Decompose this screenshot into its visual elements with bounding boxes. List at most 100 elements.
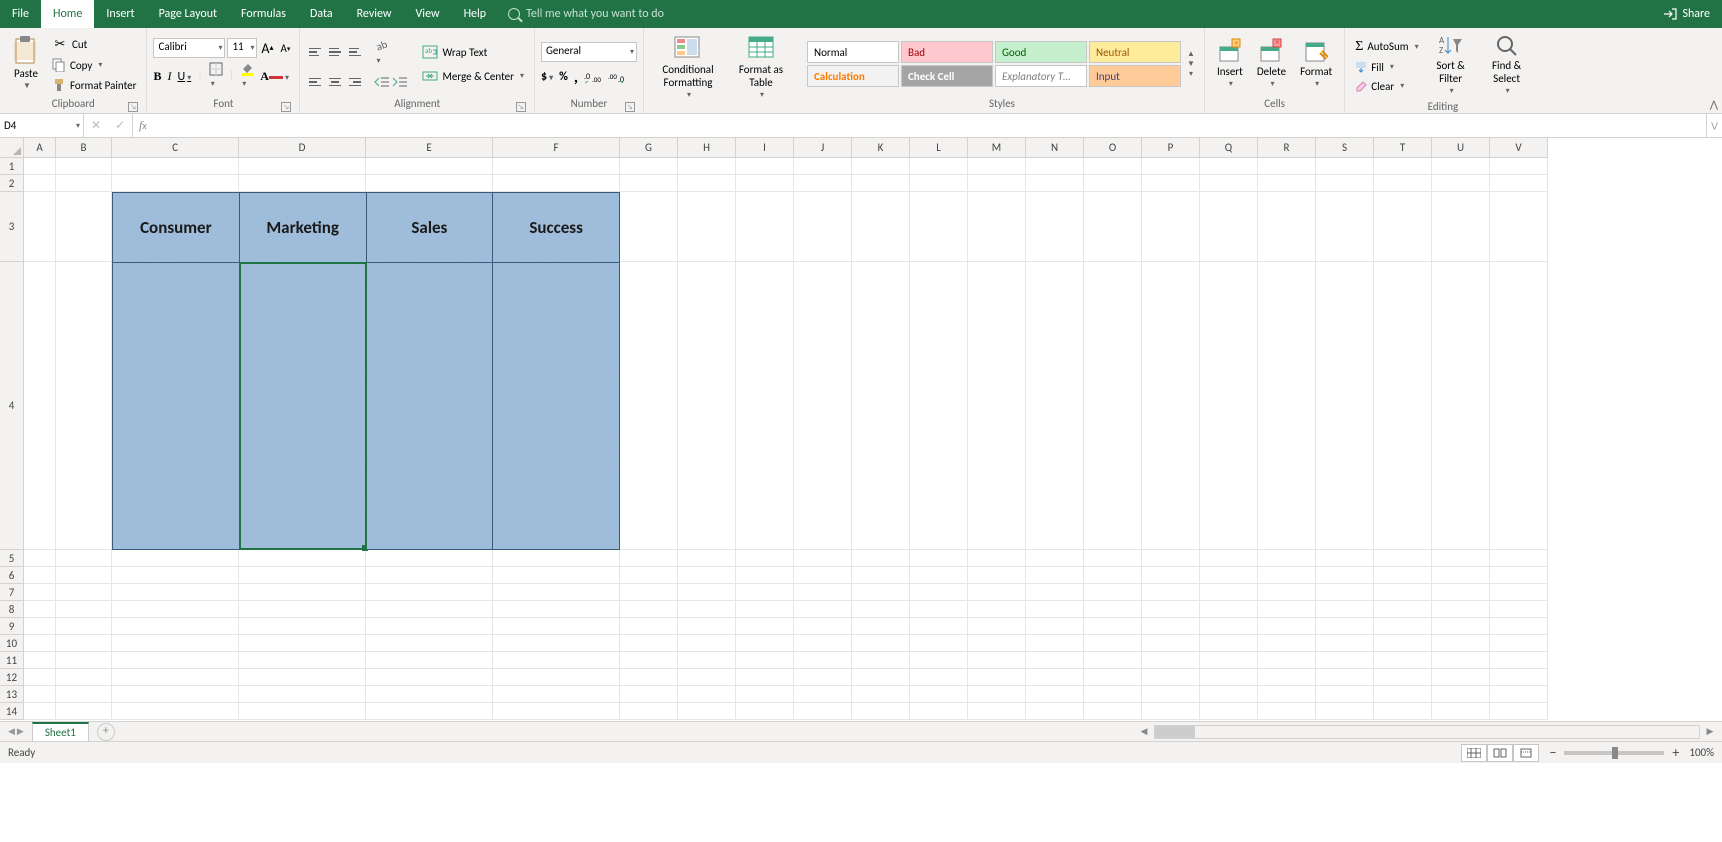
cell-I7[interactable]: [736, 584, 794, 601]
cell-S12[interactable]: [1316, 669, 1374, 686]
cell-D2[interactable]: [239, 175, 366, 192]
sort-filter-button[interactable]: AZ Sort & Filter▾: [1425, 31, 1477, 100]
table-body-cell[interactable]: [240, 263, 367, 549]
cell-Q4[interactable]: [1200, 262, 1258, 550]
cell-V3[interactable]: [1490, 192, 1548, 262]
cell-G5[interactable]: [620, 550, 678, 567]
cell-Q5[interactable]: [1200, 550, 1258, 567]
row-header-8[interactable]: 8: [0, 601, 24, 618]
cell-U10[interactable]: [1432, 635, 1490, 652]
cell-S6[interactable]: [1316, 567, 1374, 584]
cut-button[interactable]: ✂ Cut: [48, 34, 140, 54]
cell-K13[interactable]: [852, 686, 910, 703]
cell-C6[interactable]: [112, 567, 239, 584]
cell-G13[interactable]: [620, 686, 678, 703]
cell-G1[interactable]: [620, 158, 678, 175]
scroll-left-button[interactable]: ◀: [1136, 726, 1152, 737]
cell-H5[interactable]: [678, 550, 736, 567]
cell-O11[interactable]: [1084, 652, 1142, 669]
cell-T13[interactable]: [1374, 686, 1432, 703]
zoom-slider[interactable]: [1564, 751, 1664, 755]
cell-S14[interactable]: [1316, 703, 1374, 720]
font-size-select[interactable]: 11▾: [227, 38, 257, 58]
cell-V6[interactable]: [1490, 567, 1548, 584]
cell-T3[interactable]: [1374, 192, 1432, 262]
cell-D14[interactable]: [239, 703, 366, 720]
cell-B9[interactable]: [56, 618, 112, 635]
clear-button[interactable]: Clear▾: [1351, 78, 1422, 95]
cell-A8[interactable]: [24, 601, 56, 618]
cell-A1[interactable]: [24, 158, 56, 175]
cell-F6[interactable]: [493, 567, 620, 584]
tab-file[interactable]: File: [0, 0, 41, 28]
conditional-formatting-button[interactable]: Conditional Formatting▾: [650, 31, 726, 104]
cell-Q10[interactable]: [1200, 635, 1258, 652]
tab-view[interactable]: View: [404, 0, 452, 28]
cell-V8[interactable]: [1490, 601, 1548, 618]
cell-R5[interactable]: [1258, 550, 1316, 567]
cell-Q6[interactable]: [1200, 567, 1258, 584]
cell-T6[interactable]: [1374, 567, 1432, 584]
cell-J9[interactable]: [794, 618, 852, 635]
cell-F5[interactable]: [493, 550, 620, 567]
cell-R13[interactable]: [1258, 686, 1316, 703]
cell-O4[interactable]: [1084, 262, 1142, 550]
cell-F11[interactable]: [493, 652, 620, 669]
column-header-M[interactable]: M: [968, 138, 1026, 158]
align-center-button[interactable]: [326, 73, 344, 91]
cell-A3[interactable]: [24, 192, 56, 262]
style-check-cell[interactable]: Check Cell: [901, 65, 993, 87]
cell-L10[interactable]: [910, 635, 968, 652]
cell-Q13[interactable]: [1200, 686, 1258, 703]
cell-H11[interactable]: [678, 652, 736, 669]
cell-I9[interactable]: [736, 618, 794, 635]
table-header-cell[interactable]: Success: [493, 193, 619, 263]
column-header-N[interactable]: N: [1026, 138, 1084, 158]
percent-format-button[interactable]: %: [559, 70, 568, 84]
column-header-C[interactable]: C: [112, 138, 239, 158]
cell-C5[interactable]: [112, 550, 239, 567]
column-header-I[interactable]: I: [736, 138, 794, 158]
cell-A4[interactable]: [24, 262, 56, 550]
style-input[interactable]: Input: [1089, 65, 1181, 87]
cell-P14[interactable]: [1142, 703, 1200, 720]
decrease-decimal-button[interactable]: .00.0: [608, 70, 626, 84]
sheet-nav-prev[interactable]: ◀: [8, 726, 15, 737]
autosum-button[interactable]: ΣAutoSum▾: [1351, 37, 1422, 57]
tab-data[interactable]: Data: [298, 0, 345, 28]
cell-B3[interactable]: [56, 192, 112, 262]
cell-H3[interactable]: [678, 192, 736, 262]
cell-N7[interactable]: [1026, 584, 1084, 601]
cell-S8[interactable]: [1316, 601, 1374, 618]
cell-Q2[interactable]: [1200, 175, 1258, 192]
row-header-5[interactable]: 5: [0, 550, 24, 567]
dialog-launcher-icon[interactable]: ↘: [516, 102, 526, 112]
cell-M11[interactable]: [968, 652, 1026, 669]
cell-I12[interactable]: [736, 669, 794, 686]
row-header-6[interactable]: 6: [0, 567, 24, 584]
sheet-tab-1[interactable]: Sheet1: [32, 722, 89, 741]
cell-C2[interactable]: [112, 175, 239, 192]
cell-R6[interactable]: [1258, 567, 1316, 584]
cell-O14[interactable]: [1084, 703, 1142, 720]
cell-D8[interactable]: [239, 601, 366, 618]
cell-U11[interactable]: [1432, 652, 1490, 669]
table-body-cell[interactable]: [367, 263, 494, 549]
cell-V9[interactable]: [1490, 618, 1548, 635]
cell-G8[interactable]: [620, 601, 678, 618]
cell-J6[interactable]: [794, 567, 852, 584]
cell-V4[interactable]: [1490, 262, 1548, 550]
cell-U5[interactable]: [1432, 550, 1490, 567]
cell-E12[interactable]: [366, 669, 493, 686]
cell-P4[interactable]: [1142, 262, 1200, 550]
style-calculation[interactable]: Calculation: [807, 65, 899, 87]
column-header-D[interactable]: D: [239, 138, 366, 158]
cell-E10[interactable]: [366, 635, 493, 652]
cell-V11[interactable]: [1490, 652, 1548, 669]
cell-T9[interactable]: [1374, 618, 1432, 635]
increase-indent-button[interactable]: [392, 75, 408, 89]
font-name-select[interactable]: Calibri▾: [153, 38, 225, 58]
row-header-10[interactable]: 10: [0, 635, 24, 652]
cell-M6[interactable]: [968, 567, 1026, 584]
cell-C13[interactable]: [112, 686, 239, 703]
